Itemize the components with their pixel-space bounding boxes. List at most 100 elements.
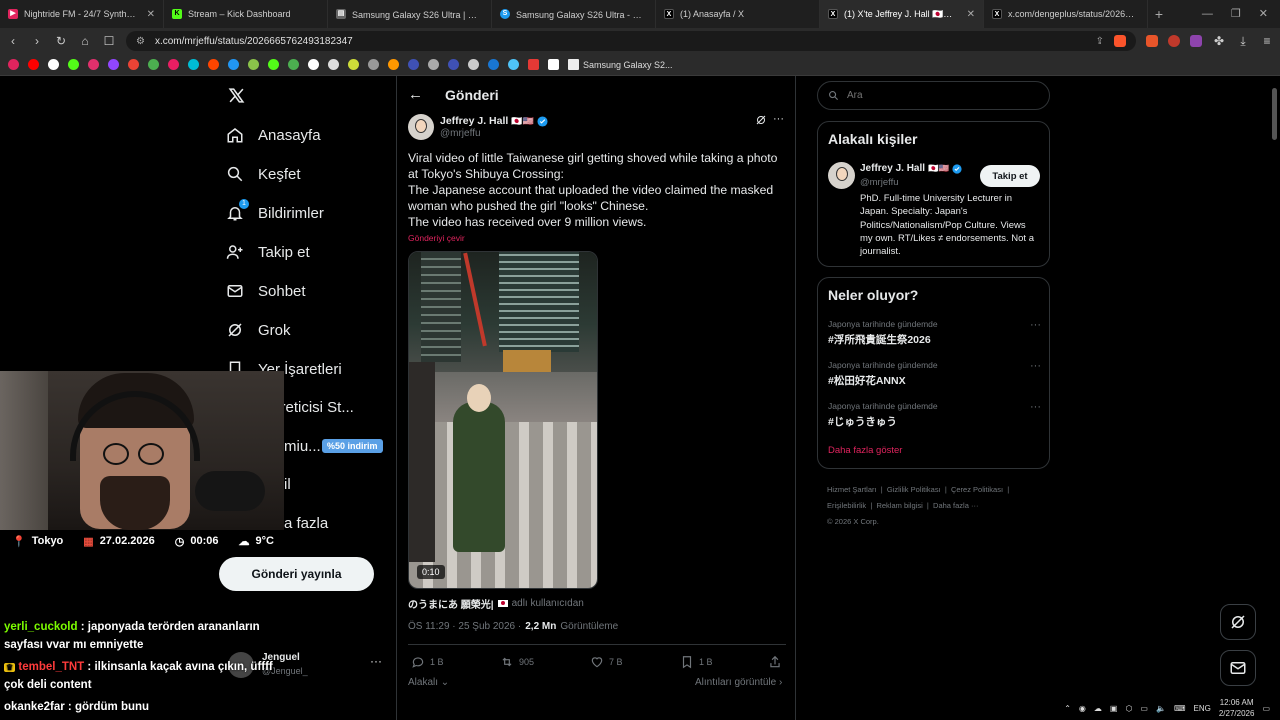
bookmark-icon[interactable]: [388, 59, 399, 70]
extension-icon[interactable]: [1190, 35, 1202, 47]
extension-icon[interactable]: [1168, 35, 1180, 47]
nav-item-grok[interactable]: Grok: [226, 321, 291, 339]
tray-icon[interactable]: ▣: [1110, 704, 1118, 713]
chevron-up-icon[interactable]: ⌃: [1064, 704, 1071, 713]
like-button[interactable]: 7 B: [590, 655, 623, 669]
bookmark-icon[interactable]: [368, 59, 379, 70]
x-logo-icon[interactable]: [228, 87, 245, 104]
view-quotes-link[interactable]: Alıntıları görüntüle ›: [695, 677, 782, 688]
youtube-icon[interactable]: [28, 59, 39, 70]
repost-button[interactable]: 905: [500, 655, 534, 669]
home-browser-icon[interactable]: ⌂: [78, 34, 92, 48]
browser-tab[interactable]: S Samsung Galaxy S26 Ultra - 予約購: [492, 0, 656, 28]
bookmark-icon[interactable]: [308, 59, 319, 70]
bookmark-icon[interactable]: [508, 59, 519, 70]
share-icon[interactable]: [768, 655, 782, 669]
bookmark-button[interactable]: 1 B: [680, 655, 713, 669]
forward-icon[interactable]: ›: [30, 34, 44, 48]
reply-button[interactable]: 1 B: [411, 655, 444, 669]
puzzle-icon[interactable]: ✤: [1212, 34, 1226, 48]
nav-item-chat[interactable]: Sohbet: [226, 282, 306, 300]
more-dots-icon[interactable]: ···: [1030, 360, 1041, 372]
more-dots-icon[interactable]: ···: [1030, 319, 1041, 331]
trend-item[interactable]: Japonya tarihinde gündemde #じゅうきゅう ···: [828, 401, 1041, 429]
extension-icon[interactable]: [1146, 35, 1158, 47]
bookmark-icon[interactable]: [428, 59, 439, 70]
author-name-row[interactable]: Jeffrey J. Hall 🇯🇵🇺🇸: [440, 115, 548, 127]
author-avatar[interactable]: [408, 114, 434, 140]
tray-icon[interactable]: ⬡: [1125, 704, 1132, 713]
reload-icon[interactable]: ↻: [54, 34, 68, 48]
instagram-icon[interactable]: [88, 59, 99, 70]
close-window-icon[interactable]: ✕: [1259, 0, 1268, 28]
bookmark-icon[interactable]: [448, 59, 459, 70]
translate-link[interactable]: Gönderiyi çevir: [408, 233, 465, 243]
nav-item-premium[interactable]: miu...: [284, 438, 321, 455]
nav-item-explore[interactable]: Keşfet: [226, 165, 301, 183]
browser-tab[interactable]: ▶ Nightride FM - 24/7 Synthwave ✕: [0, 0, 164, 28]
follow-button[interactable]: Takip et: [980, 165, 1040, 187]
bookmark-icon[interactable]: [168, 59, 179, 70]
footer-link[interactable]: Çerez Politikası: [951, 485, 1003, 494]
bookmark-icon[interactable]: [288, 59, 299, 70]
bookmark-icon[interactable]: [348, 59, 359, 70]
grok-icon[interactable]: [755, 114, 767, 126]
browser-tab[interactable]: Xx.com/dengeplus/status/202663364: [984, 0, 1148, 28]
search-input[interactable]: [847, 90, 1027, 101]
x-logo-icon[interactable]: [48, 59, 59, 70]
bookmark-icon[interactable]: [8, 59, 19, 70]
address-bar[interactable]: ⚙ x.com/mrjeffu/status/20266657624931823…: [126, 31, 1136, 51]
browser-tab[interactable]: ▤ Samsung Galaxy S26 Ultra | スマートフ: [328, 0, 492, 28]
related-toggle[interactable]: Alakalı ⌄: [408, 677, 449, 688]
download-icon[interactable]: ⤓: [1236, 34, 1250, 49]
show-more-link[interactable]: Daha fazla göster: [828, 445, 902, 456]
nav-item-notifications[interactable]: 1 Bildirimler: [226, 199, 324, 222]
back-arrow-icon[interactable]: ←: [408, 86, 423, 103]
gmail-icon[interactable]: [128, 59, 139, 70]
scrollbar-thumb[interactable]: [1272, 88, 1277, 140]
bookmark-icon[interactable]: [488, 59, 499, 70]
browser-tab[interactable]: K Stream – Kick Dashboard: [164, 0, 328, 28]
menu-icon[interactable]: ≡: [1260, 34, 1274, 48]
more-dots-icon[interactable]: ···: [1030, 401, 1041, 413]
nav-item-profile[interactable]: il: [284, 476, 291, 493]
trend-item[interactable]: Japonya tarihinde gündemde #松田好花ANNX ···: [828, 360, 1041, 388]
footer-link[interactable]: Gizlilik Politikası: [887, 485, 941, 494]
author-handle[interactable]: @mrjeffu: [440, 128, 481, 139]
more-dots-icon[interactable]: ···: [370, 654, 382, 668]
browser-tab[interactable]: X (1) Anasayfa / X: [656, 0, 820, 28]
bookmark-icon[interactable]: [248, 59, 259, 70]
notification-icon[interactable]: ▭: [1262, 704, 1270, 713]
kick-icon[interactable]: [68, 59, 79, 70]
footer-link[interactable]: Hizmet Şartları: [827, 485, 877, 494]
post-video[interactable]: 0:10: [408, 251, 598, 589]
post-timestamp[interactable]: ÖS 11:29 · 25 Şub 2026 ·: [408, 621, 521, 632]
grok-float-button[interactable]: [1220, 604, 1256, 640]
messages-float-button[interactable]: [1220, 650, 1256, 686]
footer-link[interactable]: Reklam bilgisi: [876, 501, 922, 510]
minimize-icon[interactable]: —: [1202, 0, 1213, 28]
network-icon[interactable]: ▭: [1140, 704, 1148, 713]
browser-tab-active[interactable]: X (1) X'te Jeffrey J. Hall 🇯🇵🇺🇸: "Viral ✕: [820, 0, 984, 28]
footer-link[interactable]: Daha fazla ···: [933, 501, 978, 510]
footer-link[interactable]: Erişilebilirlik: [827, 501, 866, 510]
bookmark-icon[interactable]: [528, 59, 539, 70]
nav-item-home[interactable]: Anasayfa: [226, 126, 321, 144]
discord-icon[interactable]: ◉: [1079, 704, 1086, 713]
bookmark-icon[interactable]: [468, 59, 479, 70]
bookmark-icon[interactable]: [328, 59, 339, 70]
bookmark-icon[interactable]: [148, 59, 159, 70]
person-handle[interactable]: @mrjeffu: [860, 177, 899, 188]
trend-item[interactable]: Japonya tarihinde gündemde #浮所飛貴誕生祭2026 …: [828, 319, 1041, 347]
cloud-icon[interactable]: ☁: [1094, 704, 1102, 713]
bookmark-icon[interactable]: [408, 59, 419, 70]
clock[interactable]: 12:06 AM 2/27/2026: [1219, 697, 1255, 719]
close-icon[interactable]: ✕: [967, 9, 975, 20]
language-indicator[interactable]: ENG: [1194, 704, 1211, 713]
url-text[interactable]: x.com/mrjeffu/status/2026665762493182347: [155, 36, 353, 47]
site-settings-icon[interactable]: ⚙: [136, 36, 145, 47]
twitch-icon[interactable]: [108, 59, 119, 70]
quoted-source[interactable]: のうまにあ 願榮光| adlı kullanıcıdan: [408, 596, 584, 611]
volume-icon[interactable]: 🔈: [1156, 704, 1166, 713]
folder-icon[interactable]: [548, 59, 559, 70]
